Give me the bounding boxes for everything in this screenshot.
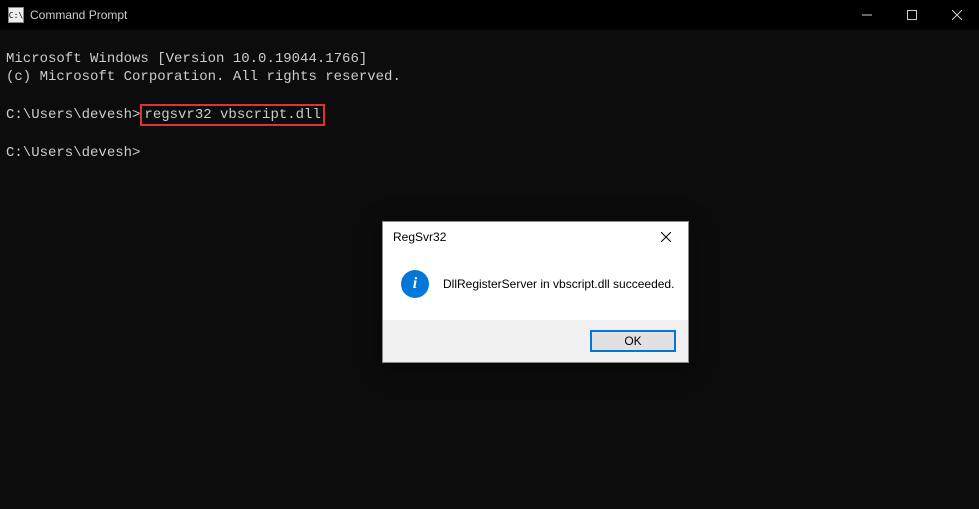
dialog-body: i DllRegisterServer in vbscript.dll succ… <box>383 252 688 320</box>
terminal-line: Microsoft Windows [Version 10.0.19044.17… <box>6 51 367 67</box>
maximize-icon <box>907 10 917 20</box>
window-titlebar: C:\ Command Prompt <box>0 0 979 30</box>
window-controls <box>844 0 979 30</box>
dialog-titlebar[interactable]: RegSvr32 <box>383 222 688 252</box>
info-icon: i <box>401 270 429 298</box>
terminal-content[interactable]: Microsoft Windows [Version 10.0.19044.17… <box>0 30 979 164</box>
terminal-line: (c) Microsoft Corporation. All rights re… <box>6 69 401 85</box>
maximize-button[interactable] <box>889 0 934 30</box>
close-icon <box>952 10 962 20</box>
dialog-footer: OK <box>383 320 688 362</box>
prompt-line: C:\Users\devesh> <box>6 145 140 161</box>
minimize-icon <box>862 10 872 20</box>
close-button[interactable] <box>934 0 979 30</box>
dialog-message: DllRegisterServer in vbscript.dll succee… <box>443 277 674 291</box>
minimize-button[interactable] <box>844 0 889 30</box>
close-icon <box>661 232 671 242</box>
regsvr32-dialog: RegSvr32 i DllRegisterServer in vbscript… <box>382 221 689 363</box>
app-icon: C:\ <box>8 7 24 23</box>
command-highlight: regsvr32 vbscript.dll <box>140 104 324 126</box>
window-title: Command Prompt <box>30 8 127 22</box>
dialog-title: RegSvr32 <box>393 230 643 244</box>
ok-button[interactable]: OK <box>590 330 676 352</box>
prompt-prefix: C:\Users\devesh> <box>6 107 140 123</box>
dialog-close-button[interactable] <box>643 222 688 252</box>
